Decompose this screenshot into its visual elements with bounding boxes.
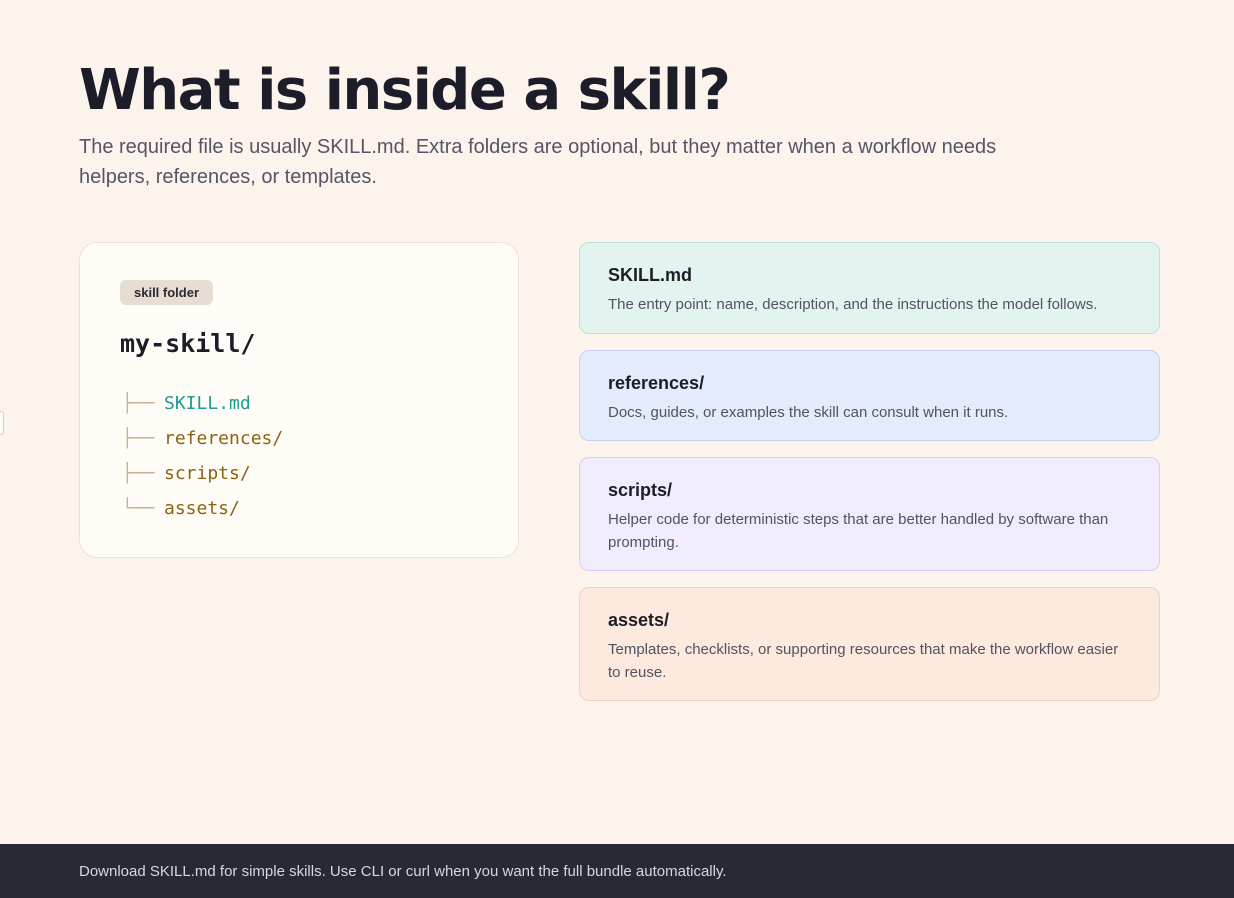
card-title: SKILL.md [608,265,692,285]
tree-item-label: references/ [164,428,284,449]
card-assets: assets/ Templates, checklists, or suppor… [579,587,1160,701]
page-subtitle: The required file is usually SKILL.md. E… [79,136,997,188]
card-description: The entry point: name, description, and … [608,296,1098,313]
page-title: What is inside a skill? [79,58,731,123]
tree-item-references: ├── references/ [122,421,283,456]
tree-branch: ├── [122,393,155,414]
card-skill-md: SKILL.md The entry point: name, descript… [579,242,1160,334]
tree-item-assets: └── assets/ [122,491,283,526]
tree-item-label: assets/ [164,498,240,519]
card-title: scripts/ [608,480,673,500]
card-title: references/ [608,373,705,393]
side-handle[interactable] [0,411,4,435]
folder-badge: skill folder [120,280,214,305]
folder-name: my-skill/ [120,329,256,358]
footer-text: Download SKILL.md for simple skills. Use… [79,863,727,880]
file-tree: ├── SKILL.md ├── references/ ├── scripts… [122,386,283,526]
tree-item-scripts: ├── scripts/ [122,456,283,491]
card-description: Templates, checklists, or supporting res… [608,641,1119,681]
footer-bar: Download SKILL.md for simple skills. Use… [0,844,1234,898]
tree-item-label: SKILL.md [164,393,251,414]
card-references: references/ Docs, guides, or examples th… [579,350,1160,441]
card-title: assets/ [608,610,670,630]
card-description: Helper code for deterministic steps that… [608,511,1109,551]
folder-card: skill folder my-skill/ ├── SKILL.md ├── … [79,242,519,558]
tree-item-label: scripts/ [164,463,251,484]
tree-branch: ├── [122,463,155,484]
tree-branch: └── [122,498,155,519]
card-description: Docs, guides, or examples the skill can … [608,404,1009,421]
tree-item-skill-md: ├── SKILL.md [122,386,283,421]
card-scripts: scripts/ Helper code for deterministic s… [579,457,1160,571]
tree-branch: ├── [122,428,155,449]
